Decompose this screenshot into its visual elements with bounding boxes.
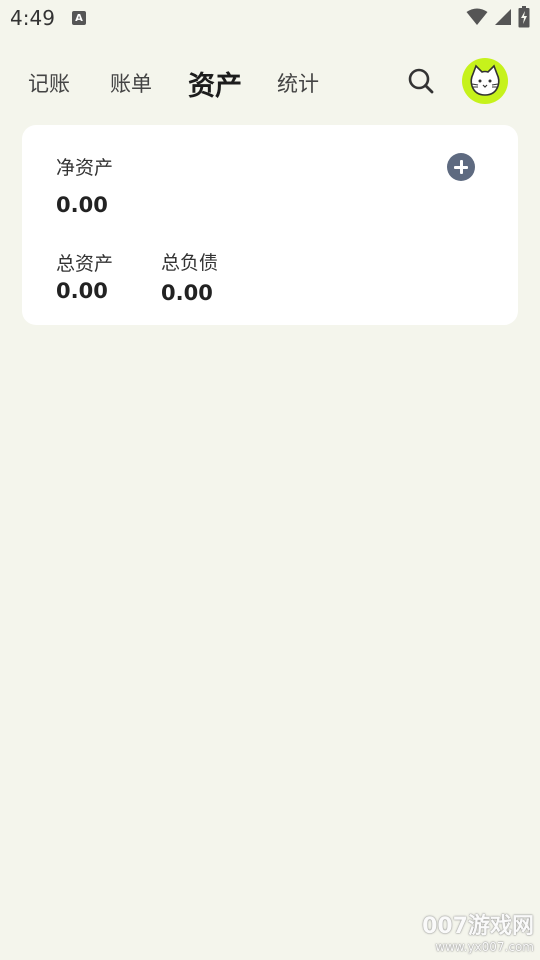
net-assets-value: 0.00 <box>56 193 108 217</box>
total-liabilities-label: 总负债 <box>161 252 219 274</box>
wifi-icon <box>466 8 488 25</box>
tab-bookkeeping[interactable]: 记账 <box>28 68 70 98</box>
tab-statistics[interactable]: 统计 <box>277 68 319 98</box>
tab-bills[interactable]: 账单 <box>110 68 152 98</box>
net-assets-label: 净资产 <box>56 157 114 179</box>
search-button[interactable] <box>406 66 436 96</box>
search-icon <box>408 68 434 94</box>
asset-summary-card: 净资产 0.00 总资产 0.00 总负债 0.00 <box>22 125 518 325</box>
total-assets-value: 0.00 <box>56 279 108 303</box>
cat-avatar-icon <box>470 64 500 96</box>
status-icons <box>466 6 530 28</box>
battery-icon <box>518 6 530 28</box>
watermark-brand: 007游戏网 <box>422 914 534 939</box>
watermark: 007游戏网 www.yx007.com <box>422 908 534 954</box>
status-bar: 4:49 A <box>0 0 540 38</box>
avatar[interactable] <box>462 58 508 104</box>
watermark-url: www.yx007.com <box>435 940 534 954</box>
tab-assets[interactable]: 资产 <box>188 64 242 103</box>
notification-a-icon: A <box>72 11 86 25</box>
total-liabilities-value: 0.00 <box>161 281 213 305</box>
total-assets-label: 总资产 <box>56 253 114 275</box>
status-time: 4:49 <box>10 6 55 30</box>
add-account-button[interactable] <box>447 153 475 181</box>
cell-signal-icon <box>495 9 511 25</box>
top-nav: 记账 账单 资产 统计 <box>0 56 540 110</box>
